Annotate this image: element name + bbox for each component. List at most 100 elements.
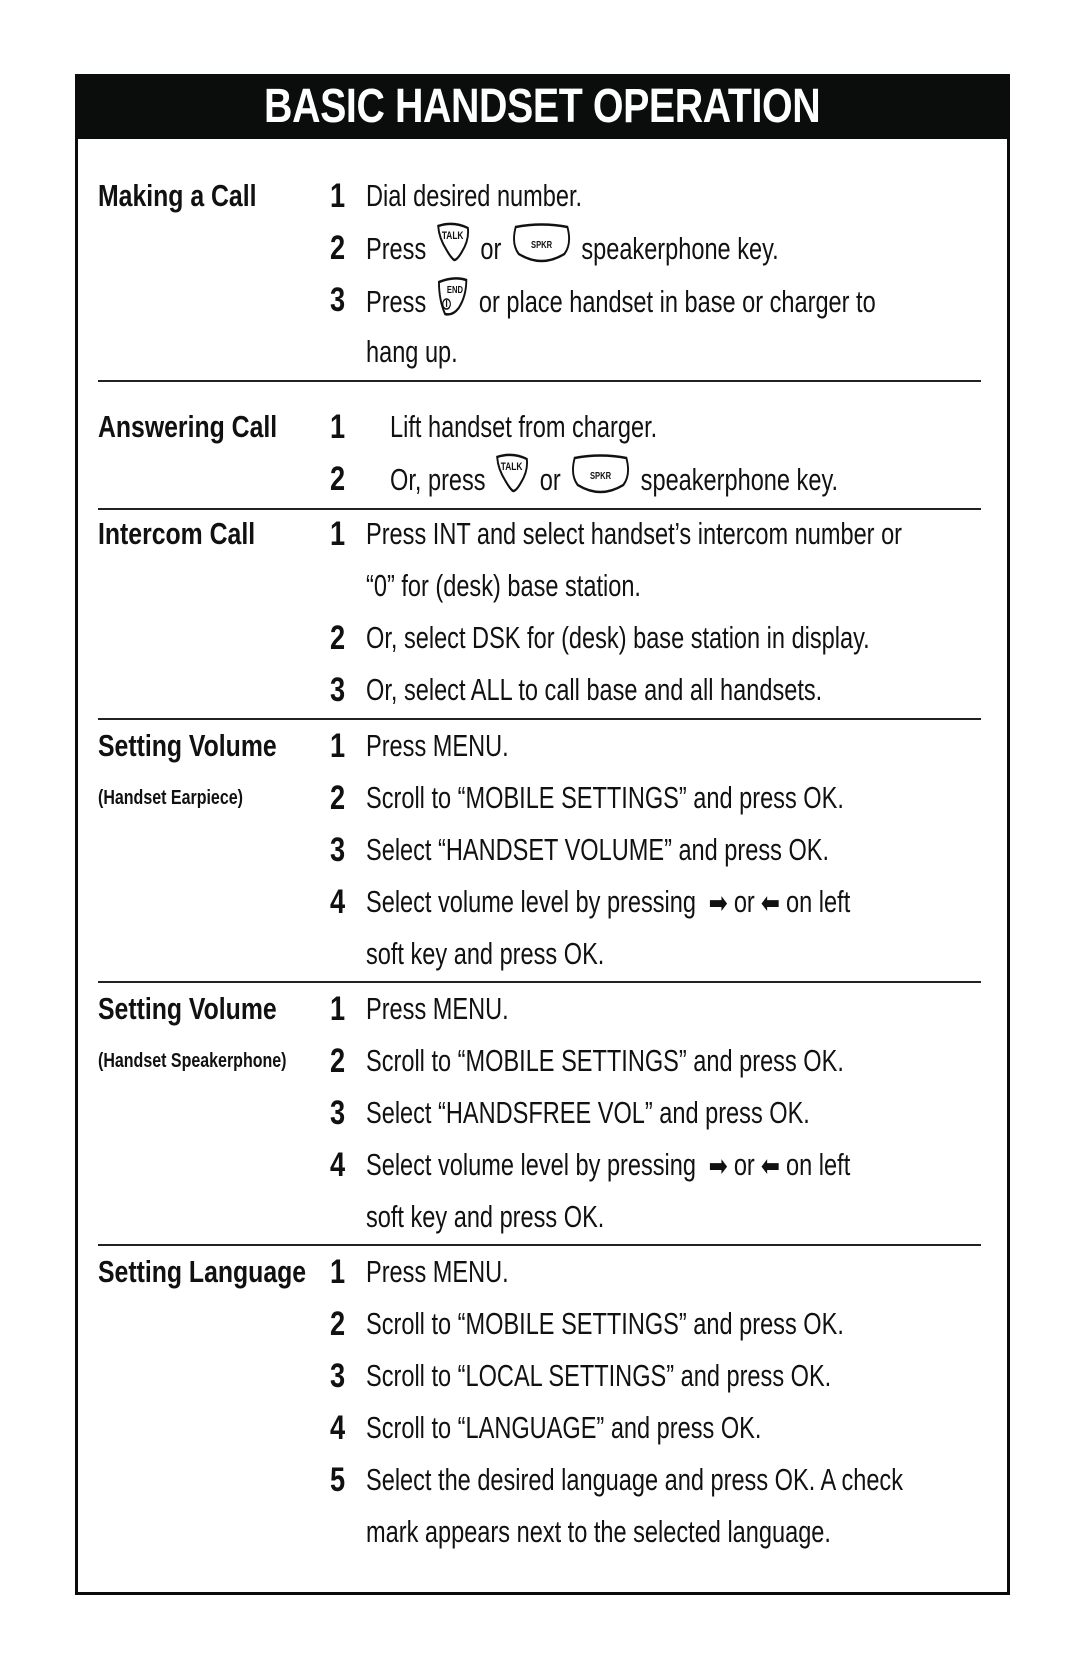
right-arrow-icon: ➡ [708,886,728,920]
step-text-mid: or [539,462,561,498]
step-number: 1 [330,727,346,765]
step-row: 2 Or, press TALK or SPKR speakerphone ke… [98,453,981,505]
section-divider [98,380,981,382]
step-text: Or, press TALK or SPKR speakerphone key. [390,453,838,511]
step-text: Scroll to “LANGUAGE” and press OK. [366,1410,762,1445]
spkr-key-icon: SPKR [570,453,631,511]
step-number: 4 [330,1146,346,1184]
step-row: 4 Select volume level by pressing ➡ or ⬅ on… [98,876,981,928]
step-text: Or, select DSK for (desk) base station i… [366,620,870,655]
step-row: 2 Press TALK or SPKR speakerphone key. [98,222,981,274]
step-text: soft key and press OK. [366,1199,605,1234]
step-text-mid: or [733,1147,755,1182]
step-row: 2 Scroll to “MOBILE SETTINGS” and press … [98,1298,981,1350]
step-text: Select volume level by pressing ➡ or ⬅ on l… [366,876,850,928]
step-row: Answering Call 1 Lift handset from charg… [98,401,981,453]
section-label: Setting Language [98,1254,307,1289]
section-label: Answering Call [98,409,278,444]
step-text-post: on left [786,884,851,919]
svg-text:END: END [447,284,464,295]
step-number: 5 [330,1461,346,1499]
step-row: soft key and press OK. [98,1191,981,1243]
svg-text:SPKR: SPKR [531,239,553,250]
section-label: Making a Call [98,178,257,213]
step-number: 2 [330,1042,346,1080]
step-row: 3 Scroll to “LOCAL SETTINGS” and press O… [98,1350,981,1402]
step-row: 5 Select the desired language and press … [98,1454,981,1506]
step-text: Press END or place handset in base or ch… [366,274,876,334]
step-row: 4 Select volume level by pressing ➡ or ⬅ on… [98,1139,981,1191]
step-text-pre: Select volume level by pressing [366,1147,697,1182]
step-text-post: or place handset in base or charger to [478,284,876,320]
step-number: 4 [330,1409,346,1447]
step-row: Setting Volume 1 Press MENU. [98,720,981,772]
step-number: 3 [330,1357,346,1395]
step-text: Lift handset from charger. [390,409,658,444]
section-sublabel: (Handset Earpiece) [98,787,243,809]
step-text-pre: Press [366,231,427,267]
step-number: 1 [330,408,346,446]
step-text: mark appears next to the selected langua… [366,1514,831,1549]
step-row: 2 Or, select DSK for (desk) base station… [98,612,981,664]
step-text: Select “HANDSET VOLUME” and press OK. [366,832,830,867]
step-text-pre: Select volume level by pressing [366,884,697,919]
step-row: hang up. [98,326,981,378]
step-text: “0” for (desk) base station. [366,568,641,603]
section-sublabel: (Handset Speakerphone) [98,1050,287,1072]
step-row: Setting Language 1 Press MENU. [98,1246,981,1298]
step-text: Or, select ALL to call base and all hand… [366,672,823,707]
step-number: 1 [330,177,346,215]
step-text: Press MENU. [366,1254,509,1289]
step-text: Press MENU. [366,991,509,1026]
step-text: Press TALK or SPKR speakerphone key. [366,222,779,280]
step-number: 1 [330,515,346,553]
step-number: 2 [330,619,346,657]
step-row: mark appears next to the selected langua… [98,1506,981,1558]
step-text-pre: Or, press [390,462,486,498]
end-key-icon: END [436,274,469,334]
svg-text:TALK: TALK [442,230,464,242]
step-number: 3 [330,671,346,709]
step-text: Select “HANDSFREE VOL” and press OK. [366,1095,810,1130]
step-text: Select volume level by pressing ➡ or ⬅ on l… [366,1139,850,1191]
step-row: soft key and press OK. [98,928,981,980]
step-row: Intercom Call 1 Press INT and select han… [98,508,981,560]
step-text: Dial desired number. [366,178,583,213]
step-row: 3 Select “HANDSFREE VOL” and press OK. [98,1087,981,1139]
step-text-mid: or [480,231,502,267]
step-row: (Handset Speakerphone) 2 Scroll to “MOBI… [98,1035,981,1087]
svg-text:SPKR: SPKR [590,470,612,481]
spkr-key-icon: SPKR [511,222,572,280]
step-number: 2 [330,460,346,498]
step-row: 3 Press END or place handset in base or … [98,274,981,326]
step-number: 4 [330,883,346,921]
step-row: Setting Volume 1 Press MENU. [98,983,981,1035]
step-text: Press MENU. [366,728,509,763]
step-text: Scroll to “MOBILE SETTINGS” and press OK… [366,780,844,815]
step-row: Making a Call 1 Dial desired number. [98,170,981,222]
step-text: Scroll to “LOCAL SETTINGS” and press OK. [366,1358,832,1393]
step-text-mid: or [733,884,755,919]
step-text: Scroll to “MOBILE SETTINGS” and press OK… [366,1043,844,1078]
step-number: 2 [330,229,346,267]
step-number: 3 [330,831,346,869]
step-number: 2 [330,1305,346,1343]
step-row: 3 Select “HANDSET VOLUME” and press OK. [98,824,981,876]
left-arrow-icon: ⬅ [760,1149,780,1183]
step-row: 4 Scroll to “LANGUAGE” and press OK. [98,1402,981,1454]
step-text-pre: Press [366,284,427,320]
section-label: Setting Volume [98,991,277,1026]
section-label: Intercom Call [98,516,256,551]
svg-text:TALK: TALK [501,461,523,473]
step-number: 1 [330,990,346,1028]
talk-key-icon: TALK [436,222,471,280]
step-text: Select the desired language and press OK… [366,1462,903,1497]
step-text: Scroll to “MOBILE SETTINGS” and press OK… [366,1306,844,1341]
step-text: hang up. [366,334,458,369]
step-row: 3 Or, select ALL to call base and all ha… [98,664,981,716]
step-text-post: on left [786,1147,851,1182]
step-text-post: speakerphone key. [581,231,779,267]
step-number: 3 [330,1094,346,1132]
step-text-post: speakerphone key. [640,462,839,498]
step-row: (Handset Earpiece) 2 Scroll to “MOBILE S… [98,772,981,824]
